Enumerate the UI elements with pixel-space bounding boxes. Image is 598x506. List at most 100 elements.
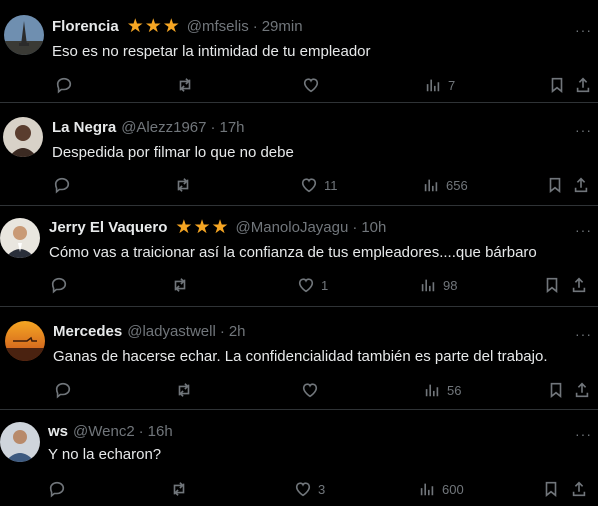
- more-options-icon[interactable]: ···: [575, 427, 592, 441]
- heart-icon: [302, 383, 318, 398]
- avatar-eiffel-tower-icon[interactable]: [4, 15, 44, 55]
- views-button[interactable]: 98: [419, 275, 457, 295]
- repost-icon: [174, 278, 186, 292]
- reply-button[interactable]: [54, 380, 72, 400]
- like-count: 11: [324, 177, 338, 193]
- share-button[interactable]: [572, 175, 590, 195]
- bookmark-button[interactable]: [547, 380, 565, 400]
- repost-button[interactable]: [176, 75, 194, 95]
- repost-button[interactable]: [175, 380, 193, 400]
- heart-icon: [298, 278, 314, 293]
- reply-text: Eso es no respetar la intimidad de tu em…: [52, 43, 371, 60]
- timestamp[interactable]: 29min: [262, 17, 303, 37]
- reply-icon: [51, 277, 67, 294]
- like-button[interactable]: [302, 75, 326, 95]
- reply-icon: [54, 177, 70, 194]
- bookmark-button[interactable]: [548, 75, 566, 95]
- share-button[interactable]: [574, 75, 592, 95]
- share-icon: [576, 77, 590, 93]
- separator-dot: ·: [252, 18, 258, 35]
- like-button[interactable]: 3: [294, 479, 325, 499]
- repost-button[interactable]: [171, 275, 189, 295]
- share-button[interactable]: [573, 380, 591, 400]
- repost-icon: [177, 178, 189, 192]
- author-handle[interactable]: @ladyastwell: [127, 322, 216, 342]
- views-button[interactable]: 7: [424, 75, 455, 95]
- views-button[interactable]: 600: [418, 479, 464, 499]
- timestamp[interactable]: 10h: [361, 218, 386, 238]
- view-count: 98: [443, 277, 458, 293]
- share-button[interactable]: [570, 479, 588, 499]
- author-handle[interactable]: @Alezz1967: [121, 118, 206, 138]
- like-count: 3: [318, 481, 326, 497]
- author-name[interactable]: Mercedes: [53, 322, 122, 342]
- author-handle[interactable]: @ManoloJayagu: [236, 218, 349, 238]
- bookmark-icon: [545, 481, 557, 497]
- like-button[interactable]: [301, 380, 325, 400]
- analytics-icon: [425, 384, 439, 397]
- repost-icon: [178, 383, 190, 397]
- like-button[interactable]: 1: [297, 275, 328, 295]
- reply-icon: [56, 77, 72, 94]
- views-button[interactable]: 56: [423, 380, 461, 400]
- reply-item[interactable]: Jerry El Vaquero ★★★ @ManoloJayagu · 10h…: [0, 206, 598, 307]
- timestamp[interactable]: 16h: [148, 422, 173, 442]
- author-name[interactable]: ws: [48, 422, 68, 442]
- avatar-man-icon[interactable]: [0, 422, 40, 462]
- timestamp[interactable]: 17h: [219, 118, 244, 138]
- bookmark-icon: [549, 177, 561, 193]
- heart-icon: [303, 78, 319, 93]
- more-options-icon[interactable]: ···: [575, 23, 592, 37]
- bookmark-button[interactable]: [543, 275, 561, 295]
- separator-dot: ·: [138, 423, 144, 440]
- more-options-icon[interactable]: ···: [575, 123, 592, 137]
- reply-text: Cómo vas a traicionar así la confianza d…: [49, 244, 537, 261]
- reply-item[interactable]: Mercedes @ladyastwell · 2h ··· Ganas de …: [0, 307, 598, 410]
- star-rating-icon: ★★★: [126, 16, 181, 37]
- share-icon: [574, 177, 588, 193]
- bookmark-button[interactable]: [542, 479, 560, 499]
- share-button[interactable]: [570, 275, 588, 295]
- views-button[interactable]: 656: [422, 175, 468, 195]
- analytics-icon: [426, 79, 440, 92]
- heart-icon: [301, 178, 317, 193]
- repost-button[interactable]: [170, 479, 188, 499]
- reply-item[interactable]: La Negra @Alezz1967 · 17h ··· Despedida …: [0, 103, 598, 206]
- avatar-man-suit-icon[interactable]: [0, 218, 40, 258]
- reply-button[interactable]: [55, 75, 73, 95]
- bookmark-button[interactable]: [546, 175, 564, 195]
- reply-item[interactable]: ws @Wenc2 · 16h ··· Y no la echaron? 3 6…: [0, 410, 598, 506]
- more-options-icon[interactable]: ···: [575, 327, 592, 341]
- author-name[interactable]: Jerry El Vaquero: [49, 218, 167, 238]
- reply-item[interactable]: Florencia ★★★ @mfselis · 29min ··· Eso e…: [0, 0, 598, 103]
- share-icon: [575, 382, 589, 398]
- avatar-sunset-plane-icon[interactable]: [5, 321, 45, 361]
- reply-button[interactable]: [48, 479, 66, 499]
- like-button[interactable]: 11: [300, 175, 338, 195]
- star-rating-icon: ★★★: [175, 217, 230, 238]
- bookmark-icon: [551, 77, 563, 93]
- author-handle[interactable]: @Wenc2: [73, 422, 135, 442]
- repost-icon: [173, 482, 185, 496]
- timestamp[interactable]: 2h: [229, 322, 246, 342]
- share-icon: [572, 481, 586, 497]
- more-options-icon[interactable]: ···: [575, 223, 592, 237]
- reply-text: Y no la echaron?: [48, 446, 162, 463]
- reply-button[interactable]: [50, 275, 68, 295]
- analytics-icon: [420, 483, 434, 496]
- repost-icon: [179, 78, 191, 92]
- author-handle[interactable]: @mfselis: [187, 17, 249, 37]
- share-icon: [572, 277, 586, 293]
- view-count: 656: [446, 177, 468, 193]
- reply-icon: [49, 481, 65, 498]
- avatar-portrait-icon[interactable]: [3, 117, 43, 157]
- repost-button[interactable]: [174, 175, 192, 195]
- reply-text: Despedida por filmar lo que no debe: [52, 144, 294, 161]
- reply-icon: [55, 382, 71, 399]
- view-count: 7: [448, 77, 456, 93]
- bookmark-icon: [546, 277, 558, 293]
- reply-button[interactable]: [53, 175, 71, 195]
- author-name[interactable]: Florencia: [52, 17, 119, 37]
- author-name[interactable]: La Negra: [52, 118, 116, 138]
- analytics-icon: [421, 279, 435, 292]
